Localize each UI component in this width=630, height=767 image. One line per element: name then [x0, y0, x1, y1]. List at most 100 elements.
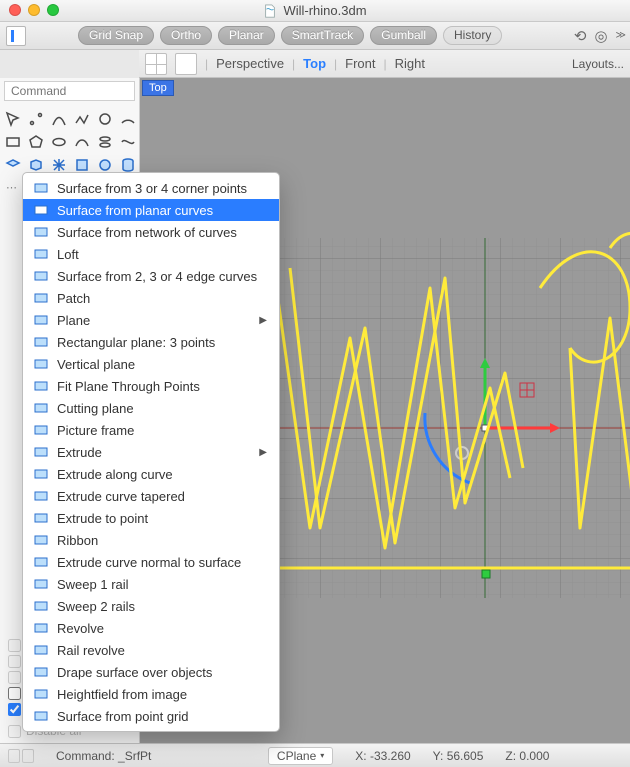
- command-input-row: [0, 78, 139, 104]
- vert-plane-icon: [33, 356, 49, 372]
- window-controls: [9, 4, 59, 16]
- toggle-grid-snap[interactable]: Grid Snap: [78, 26, 154, 45]
- sidebar-toggle-icon[interactable]: [6, 26, 26, 46]
- arc-tool-icon[interactable]: [117, 108, 138, 129]
- toggle-gumball[interactable]: Gumball: [370, 26, 437, 45]
- menu-item-srf-planar[interactable]: Surface from planar curves: [23, 199, 279, 221]
- status-x: X: -33.260: [355, 749, 410, 763]
- statusbar-cap-2: [22, 749, 34, 763]
- rect-plane-icon: [33, 334, 49, 350]
- ribbon-icon: [33, 532, 49, 548]
- submenu-arrow-icon: ▶: [259, 447, 267, 458]
- four-view-icon[interactable]: [145, 53, 167, 75]
- view-tab-perspective[interactable]: Perspective: [216, 56, 284, 71]
- srf-network-icon: [33, 224, 49, 240]
- menu-item-srf-ptgrid[interactable]: Surface from point grid: [23, 705, 279, 727]
- menu-item-label: Extrude: [57, 445, 102, 460]
- menu-item-picture[interactable]: Picture frame: [23, 419, 279, 441]
- zoom-window-icon[interactable]: [47, 4, 59, 16]
- rectangle-tool-icon[interactable]: [2, 131, 23, 152]
- menu-item-revolve[interactable]: Revolve: [23, 617, 279, 639]
- menu-item-label: Surface from 3 or 4 corner points: [57, 181, 247, 196]
- status-cplane[interactable]: CPlane▾: [268, 747, 333, 765]
- menu-item-drape[interactable]: Drape surface over objects: [23, 661, 279, 683]
- surface-menu-icon[interactable]: [2, 154, 23, 175]
- curve-tool-icon[interactable]: [71, 131, 92, 152]
- status-bar: Command: _SrfPt CPlane▾ X: -33.260 Y: 56…: [0, 743, 630, 767]
- toggle-planar[interactable]: Planar: [218, 26, 275, 45]
- sync-icon[interactable]: ⟲: [574, 27, 587, 45]
- menu-item-extrude[interactable]: Extrude ▶: [23, 441, 279, 463]
- srf-planar-icon: [33, 202, 49, 218]
- srf-ptgrid-icon: [33, 708, 49, 724]
- menu-item-label: Heightfield from image: [57, 687, 187, 702]
- single-view-icon[interactable]: [175, 53, 197, 75]
- heightfield-icon: [33, 686, 49, 702]
- menu-item-loft[interactable]: Loft: [23, 243, 279, 265]
- menu-item-sweep1[interactable]: Sweep 1 rail: [23, 573, 279, 595]
- menu-item-plane[interactable]: Plane▶: [23, 309, 279, 331]
- view-tab-front[interactable]: Front: [345, 56, 375, 71]
- fit-plane-icon: [33, 378, 49, 394]
- window-title: Will-rhino.3dm: [263, 3, 366, 18]
- extrude-point-icon: [33, 510, 49, 526]
- menu-item-label: Patch: [57, 291, 90, 306]
- submenu-arrow-icon: ▶: [259, 315, 267, 326]
- srf-pts-icon: [33, 180, 49, 196]
- extrude-icon: [33, 444, 49, 460]
- point-tool-icon[interactable]: [25, 108, 46, 129]
- command-input[interactable]: [4, 81, 135, 101]
- loft-icon: [33, 246, 49, 262]
- menu-item-cut-plane[interactable]: Cutting plane: [23, 397, 279, 419]
- menu-item-extrude-normal[interactable]: Extrude curve normal to surface: [23, 551, 279, 573]
- pointer-tool-icon[interactable]: [2, 108, 23, 129]
- toggle-ortho[interactable]: Ortho: [160, 26, 212, 45]
- menu-item-extrude-point[interactable]: Extrude to point: [23, 507, 279, 529]
- menu-item-srf-network[interactable]: Surface from network of curves: [23, 221, 279, 243]
- menu-item-extrude-curve[interactable]: Extrude along curve: [23, 463, 279, 485]
- menu-item-fit-plane[interactable]: Fit Plane Through Points: [23, 375, 279, 397]
- extrude-taper-icon: [33, 488, 49, 504]
- srf-edge-icon: [33, 268, 49, 284]
- menu-item-heightfield[interactable]: Heightfield from image: [23, 683, 279, 705]
- statusbar-indicators: [8, 749, 34, 763]
- menu-item-sweep2[interactable]: Sweep 2 rails: [23, 595, 279, 617]
- view-tab-top[interactable]: Top: [303, 56, 326, 71]
- top-toolbar: Grid Snap Ortho Planar SmartTrack Gumbal…: [0, 22, 630, 50]
- line-tool-icon[interactable]: [48, 108, 69, 129]
- helix-tool-icon[interactable]: [94, 131, 115, 152]
- ellipse-tool-icon[interactable]: [48, 131, 69, 152]
- menu-item-rect-plane[interactable]: Rectangular plane: 3 points: [23, 331, 279, 353]
- window-title-text: Will-rhino.3dm: [283, 3, 366, 18]
- menu-item-srf-edge[interactable]: Surface from 2, 3 or 4 edge curves: [23, 265, 279, 287]
- minimize-window-icon[interactable]: [28, 4, 40, 16]
- toggle-history[interactable]: History: [443, 26, 502, 45]
- freeform-tool-icon[interactable]: [117, 131, 138, 152]
- sweep2-icon: [33, 598, 49, 614]
- menu-item-label: Extrude along curve: [57, 467, 173, 482]
- circle-tool-icon[interactable]: [94, 108, 115, 129]
- menu-item-srf-pts[interactable]: Surface from 3 or 4 corner points: [23, 177, 279, 199]
- menu-item-ribbon[interactable]: Ribbon: [23, 529, 279, 551]
- close-window-icon[interactable]: [9, 4, 21, 16]
- view-tab-right[interactable]: Right: [395, 56, 425, 71]
- toggle-smarttrack[interactable]: SmartTrack: [281, 26, 365, 45]
- menu-item-patch[interactable]: Patch: [23, 287, 279, 309]
- rail-revolve-icon: [33, 642, 49, 658]
- tool-palette: [0, 104, 139, 179]
- revolve-icon: [33, 620, 49, 636]
- plane-icon: [33, 312, 49, 328]
- menu-item-rail-revolve[interactable]: Rail revolve: [23, 639, 279, 661]
- drape-icon: [33, 664, 49, 680]
- polyline-tool-icon[interactable]: [71, 108, 92, 129]
- menu-item-extrude-taper[interactable]: Extrude curve tapered: [23, 485, 279, 507]
- polygon-tool-icon[interactable]: [25, 131, 46, 152]
- status-command: Command: _SrfPt: [56, 749, 151, 763]
- menu-item-vert-plane[interactable]: Vertical plane: [23, 353, 279, 375]
- view-tab-layouts[interactable]: Layouts...: [572, 57, 624, 71]
- menu-item-label: Extrude curve normal to surface: [57, 555, 241, 570]
- overflow-icon[interactable]: ≫: [616, 30, 624, 41]
- record-icon[interactable]: ◎: [594, 27, 607, 45]
- document-icon: [263, 4, 277, 18]
- sweep1-icon: [33, 576, 49, 592]
